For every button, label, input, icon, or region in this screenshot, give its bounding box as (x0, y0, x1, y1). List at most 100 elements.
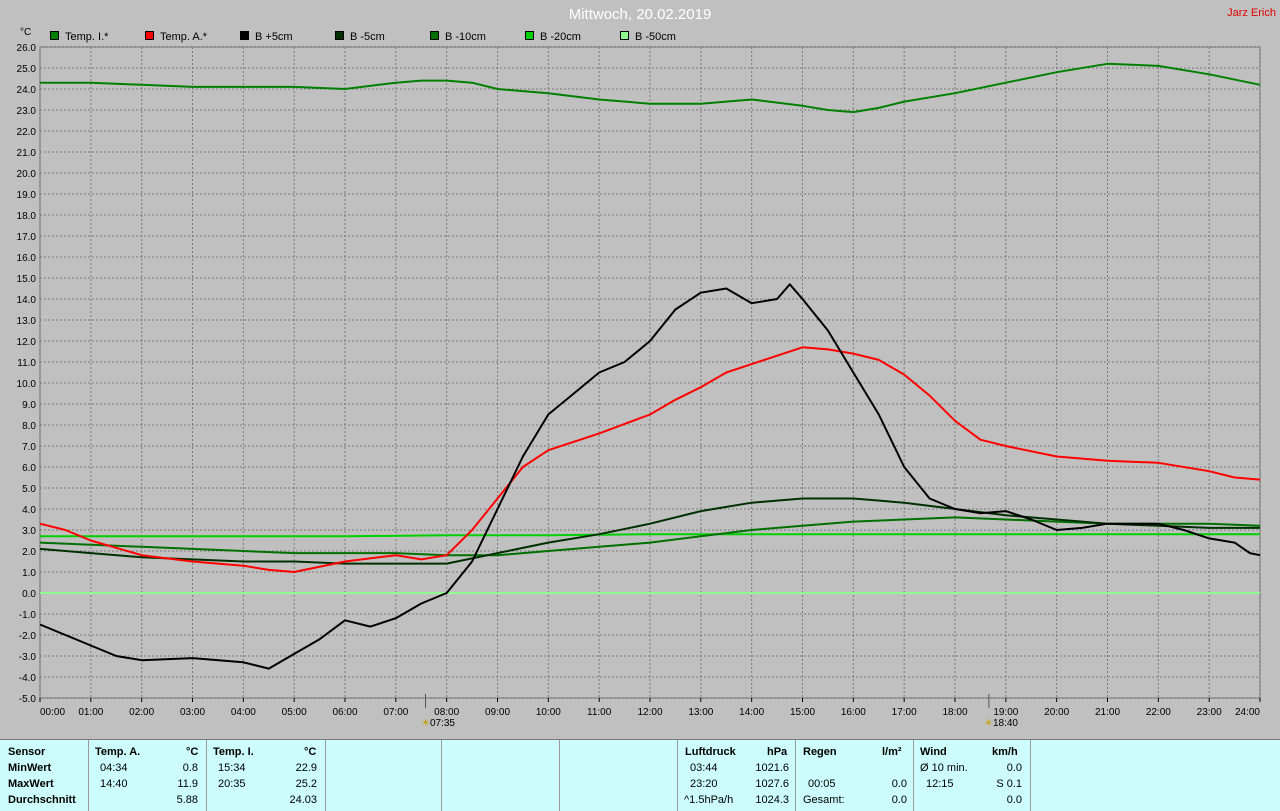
temp-i-min-value: 22.9 (295, 762, 317, 774)
y-tick-label: 0.0 (22, 589, 36, 600)
x-tick-label: 09:00 (485, 707, 510, 718)
row-label-avg: Durchschnitt (8, 794, 76, 806)
temp-a-max-value: 11.9 (177, 778, 198, 790)
rain-total-value: 0.0 (891, 794, 907, 806)
sunset-icon: ☀ (984, 718, 993, 729)
temp-i-min-time: 15:34 (218, 762, 246, 774)
wind-max-value: S 0.1 (996, 778, 1022, 790)
x-tick-label: 22:00 (1146, 707, 1171, 718)
legend-swatch (145, 31, 154, 40)
y-tick-label: 4.0 (22, 505, 36, 516)
legend-item-b-plus5: B +5cm (240, 31, 293, 43)
y-tick-label: 16.0 (17, 253, 37, 264)
y-tick-label: 11.0 (17, 358, 36, 369)
y-tick-label: 26.0 (17, 43, 37, 54)
y-tick-label: 2.0 (22, 547, 36, 558)
x-tick-label: 07:00 (383, 707, 408, 718)
wind-header: Wind (920, 746, 947, 758)
y-tick-label: 22.0 (17, 127, 37, 138)
rain-header: Regen (803, 746, 837, 758)
x-tick-label: 23:00 (1197, 707, 1222, 718)
x-axis: 00:00 01:00 02:00 03:00 04:00 05:00 06:00 07:00… (39, 698, 1261, 718)
temp-i-max-time: 20:35 (218, 778, 246, 790)
x-tick-label: 18:00 (942, 707, 967, 718)
wind-avg-value: 0.0 (1006, 762, 1022, 774)
temp-a-min-value: 0.8 (182, 762, 198, 774)
temp-a-min-time: 04:34 (100, 762, 128, 774)
x-tick-label: 13:00 (688, 707, 713, 718)
legend-item-b-minus50: B -50cm (620, 31, 676, 43)
x-tick-label: 04:00 (231, 707, 256, 718)
y-tick-label: -3.0 (19, 652, 37, 663)
temp-a-avg-value: 5.88 (176, 794, 198, 806)
pressure-max-value: 1027.6 (755, 778, 789, 790)
legend-swatch (620, 31, 629, 40)
y-tick-label: 20.0 (17, 169, 37, 180)
sunrise-marker: ☀07:35 (421, 718, 455, 729)
y-tick-label: -2.0 (19, 631, 37, 642)
y-tick-label: -5.0 (19, 694, 37, 705)
temp-i-unit: °C (304, 746, 317, 758)
x-tick-label: 10:00 (536, 707, 561, 718)
temp-i-header: Temp. I. (213, 746, 254, 758)
x-tick-label: 11:00 (587, 707, 612, 718)
legend-swatch (430, 31, 439, 40)
temp-a-max-time: 14:40 (100, 778, 128, 790)
y-tick-label: 7.0 (22, 442, 36, 453)
legend-item-temp-i: Temp. I.* (50, 31, 108, 43)
x-tick-label: 01:00 (78, 707, 103, 718)
legend-item-b-minus10: B -10cm (430, 31, 486, 43)
y-tick-label: -1.0 (19, 610, 37, 621)
x-tick-label: 00:00 (40, 707, 65, 718)
chart: 26.0 25.0 24.0 23.0 22.0 21.0 20.0 19.0 18.0 17.0… (17, 43, 1261, 718)
y-tick-label: 1.0 (22, 568, 36, 579)
stats-panel: Sensor MinWert MaxWert Durchschnitt Temp… (0, 739, 1280, 811)
pressure-max-time: 23:20 (690, 778, 718, 790)
y-tick-label: 18.0 (17, 211, 37, 222)
y-tick-label: 3.0 (22, 526, 36, 537)
wind-max-time: 12:15 (926, 778, 954, 790)
rain-max-time: 00:05 (808, 778, 836, 790)
rain-max-value: 0.0 (891, 778, 907, 790)
y-tick-label: 17.0 (17, 232, 37, 243)
x-tick-label: 05:00 (282, 707, 307, 718)
author-label: Jarz Erich (1227, 7, 1276, 19)
pressure-trend-label: ^1.5hPa/h (684, 794, 734, 806)
x-tick-label: 20:00 (1044, 707, 1069, 718)
y-tick-label: 13.0 (17, 316, 37, 327)
pressure-unit: hPa (767, 746, 788, 758)
temp-i-max-value: 25.2 (295, 778, 317, 790)
x-tick-label: 19:00 (993, 707, 1018, 718)
y-tick-label: 24.0 (17, 85, 37, 96)
pressure-trend-value: 1024.3 (755, 794, 789, 806)
row-label-min: MinWert (8, 762, 52, 774)
x-tick-label: 21:00 (1095, 707, 1120, 718)
legend-item-b-minus20: B -20cm (525, 31, 581, 43)
y-tick-label: 6.0 (22, 463, 36, 474)
wind-unit: km/h (992, 746, 1018, 758)
y-tick-label: 23.0 (17, 106, 37, 117)
y-axis-unit: °C (20, 27, 32, 38)
y-axis: 26.0 25.0 24.0 23.0 22.0 21.0 20.0 19.0 18.0 17.0… (17, 43, 37, 705)
y-tick-label: -4.0 (19, 673, 37, 684)
y-tick-label: 10.0 (17, 379, 37, 390)
x-tick-label: 16:00 (841, 707, 866, 718)
x-tick-label: 12:00 (637, 707, 662, 718)
legend-swatch (525, 31, 534, 40)
y-tick-label: 9.0 (22, 400, 36, 411)
wind-avg-label: Ø 10 min. (920, 762, 968, 774)
wind-last-value: 0.0 (1006, 794, 1022, 806)
pressure-header: Luftdruck (685, 746, 736, 758)
x-tick-label: 08:00 (434, 707, 459, 718)
y-tick-label: 25.0 (17, 64, 37, 75)
temp-a-unit: °C (186, 746, 199, 758)
pressure-min-time: 03:44 (690, 762, 718, 774)
y-tick-label: 14.0 (17, 295, 37, 306)
temp-i-avg-value: 24.03 (289, 794, 317, 806)
legend-swatch (50, 31, 59, 40)
sunrise-icon: ☀ (421, 718, 430, 729)
temp-a-header: Temp. A. (95, 746, 141, 758)
legend-item-b-minus5: B -5cm (335, 31, 385, 43)
legend-item-temp-a: Temp. A.* (145, 31, 207, 43)
y-tick-label: 5.0 (22, 484, 36, 495)
